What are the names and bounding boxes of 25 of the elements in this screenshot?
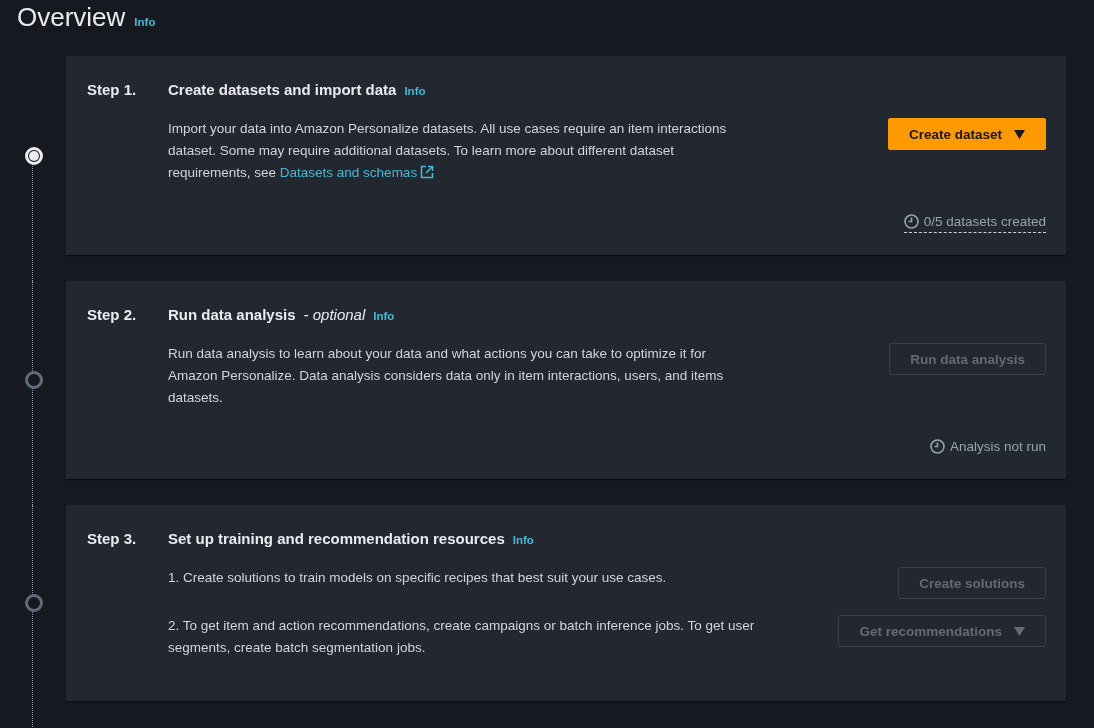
info-link[interactable]: Info	[373, 310, 395, 322]
info-link[interactable]: Info	[134, 16, 156, 28]
caret-icon	[1014, 129, 1025, 139]
caret-icon	[1014, 626, 1025, 636]
step-label: Step 3.	[87, 530, 138, 549]
external-link-icon	[420, 165, 435, 179]
clock-icon	[903, 214, 919, 229]
step-description: Run data analysis to learn about your data and what actions you can take to optimize it for Amazon Personalize. Data analysis considers data only in item interactions, users, and items datasets.	[168, 345, 725, 407]
step-description: 2. To get item and action recommendations, create campaigns or batch inference jobs. To get user segments, create batch segmentation jobs.	[168, 617, 756, 657]
step-title: Set up training and recommendation resources	[168, 530, 505, 547]
step-label: Step 2.	[87, 306, 138, 325]
status-popover-link[interactable]: 0/5 datasets created	[903, 214, 1046, 233]
docs-link[interactable]: Datasets and schemas	[279, 165, 435, 180]
info-link[interactable]: Info	[512, 534, 534, 546]
info-link[interactable]: Info	[404, 85, 426, 97]
optional-label: - optional	[303, 306, 366, 323]
step-description: 1. Create solutions to train models on specific recipes that best suit your use cases.	[168, 569, 668, 587]
create-button[interactable]: Create dataset	[887, 118, 1046, 150]
step-description: Import your data into Amazon Personalize datasets. All use cases require an item interactions dataset. Some may require additional datasets. To learn more about different dataset requirements, see Datasets and schemas	[168, 120, 728, 182]
step-title: Run data analysis	[168, 306, 296, 323]
page-title: Overview	[17, 2, 126, 33]
step-title: Create datasets and import data	[168, 81, 397, 98]
clock-icon	[929, 439, 945, 454]
step-label: Step 1.	[87, 81, 138, 100]
status-indicator: Analysis not run	[929, 439, 1046, 457]
